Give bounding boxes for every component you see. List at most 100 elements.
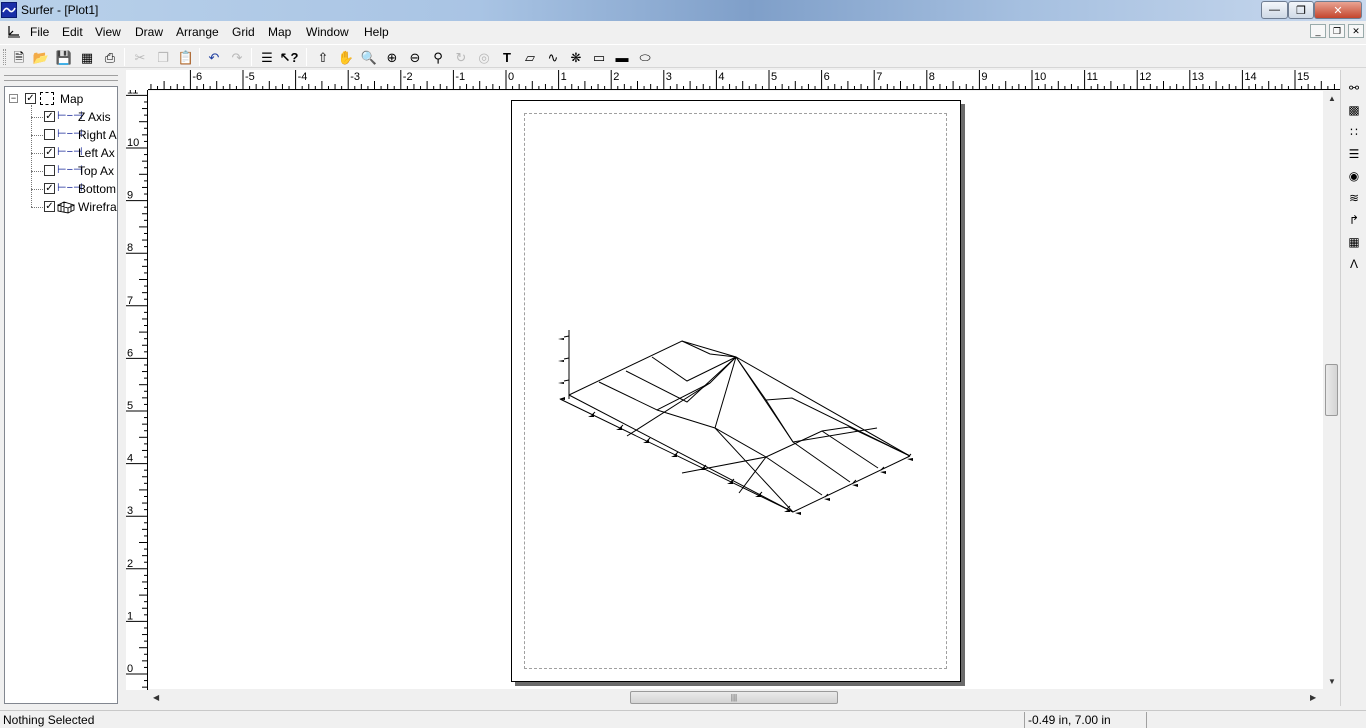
surface-icon[interactable]: Λ [1345, 255, 1363, 273]
close-button[interactable]: ✕ [1314, 1, 1362, 19]
ruler-label: 10 [1034, 71, 1046, 83]
tree-connector [31, 207, 43, 208]
rotate-icon[interactable]: ↻ [452, 48, 470, 66]
tree-item-right-axis[interactable]: ⊢−⊣ Right A [5, 127, 117, 143]
tree-checkbox[interactable]: ✓ [44, 147, 55, 158]
menu-bar: File Edit View Draw Arrange Grid Map Win… [0, 21, 1366, 43]
ruler-label: 5 [127, 400, 133, 412]
minimize-button[interactable]: — [1261, 1, 1288, 19]
classed-post-icon[interactable]: ☰ [1345, 145, 1363, 163]
page-sheet[interactable] [511, 100, 961, 682]
vertical-ruler-ticks: 11109876543210 [126, 90, 147, 688]
tree-item-wireframe[interactable]: ✓ Wirefra [5, 199, 117, 215]
paste-icon[interactable]: 📋 [177, 48, 195, 66]
tree-checkbox[interactable]: ✓ [44, 201, 55, 212]
collapse-icon[interactable]: − [9, 94, 18, 103]
menu-edit[interactable]: Edit [62, 25, 83, 39]
mdi-close-button[interactable]: ✕ [1348, 24, 1364, 38]
vector-map-icon[interactable]: ↱ [1345, 211, 1363, 229]
tree-checkbox[interactable] [44, 165, 55, 176]
ruler-label: 4 [127, 453, 133, 465]
image-map-icon[interactable]: ◉ [1345, 167, 1363, 185]
tree-root-map[interactable]: − ✓ Map [5, 91, 117, 107]
mdi-restore-button[interactable]: ❐ [1329, 24, 1345, 38]
scroll-up-arrow[interactable]: ▲ [1328, 94, 1336, 103]
text-icon[interactable]: T [498, 48, 516, 66]
zoom-rectangle-icon[interactable]: 🔍 [360, 48, 378, 66]
worksheet-icon[interactable]: ▦ [78, 48, 96, 66]
scroll-left-arrow[interactable]: ◀ [153, 693, 159, 702]
polyline-icon[interactable]: ∿ [544, 48, 562, 66]
new-icon[interactable]: 🗎 [10, 48, 28, 66]
zoom-in-icon[interactable]: ⊕ [383, 48, 401, 66]
open-icon[interactable]: 📂 [32, 48, 50, 66]
wireframe-plot[interactable] [512, 101, 962, 683]
tree-checkbox[interactable]: ✓ [44, 111, 55, 122]
tree-item-top-axis[interactable]: ⊢−⊣ Top Ax [5, 163, 117, 179]
vertical-ruler: 11 10 9 8 7 6 5 4 3 2 1 0 [126, 90, 148, 690]
save-icon[interactable]: 💾 [55, 48, 73, 66]
print-icon[interactable]: ⎙ [101, 48, 119, 66]
toolbar-separator [251, 48, 252, 66]
scroll-down-arrow[interactable]: ▼ [1328, 677, 1336, 686]
scroll-right-arrow[interactable]: ▶ [1310, 693, 1316, 702]
undo-icon[interactable]: ↶ [205, 48, 223, 66]
plot-canvas[interactable] [148, 91, 1323, 689]
tree-item-bottom-axis[interactable]: ✓ ⊢−⊣ Bottom [5, 181, 117, 197]
object-manager-icon[interactable]: ☰ [258, 48, 276, 66]
pan-hand-icon[interactable]: ✋ [337, 48, 355, 66]
horizontal-scrollbar[interactable]: ◀ ||| ▶ [148, 689, 1323, 706]
whats-this-icon[interactable]: ↖? [280, 48, 299, 66]
menu-view[interactable]: View [95, 25, 121, 39]
polygon-icon[interactable]: ▱ [521, 48, 539, 66]
right-edge-line [792, 455, 911, 513]
rectangle-icon[interactable]: ▭ [590, 48, 608, 66]
horizontal-scroll-thumb[interactable]: ||| [630, 691, 838, 704]
surfer-app-icon[interactable] [1, 2, 17, 18]
ruler-label: 9 [981, 71, 987, 83]
vertical-scrollbar[interactable]: ▲ ▼ [1323, 91, 1340, 689]
cut-icon[interactable]: ✂ [131, 48, 149, 66]
rounded-rectangle-icon[interactable]: ▬ [613, 48, 631, 66]
document-icon[interactable] [6, 24, 22, 40]
menu-help[interactable]: Help [364, 25, 389, 39]
shaded-relief-icon[interactable]: ≋ [1345, 189, 1363, 207]
mdi-minimize-button[interactable]: _ [1310, 24, 1326, 38]
zoom-page-icon[interactable]: ⚲ [429, 48, 447, 66]
ruler-label: 3 [127, 505, 133, 517]
menu-map[interactable]: Map [268, 25, 291, 39]
object-manager-tree[interactable]: − ✓ Map ✓ ⊢−⊣ Z Axis ⊢−⊣ Right A ✓ ⊢−⊣ L… [4, 86, 118, 704]
tree-label: Left Ax [78, 146, 115, 160]
vertical-scroll-thumb[interactable] [1325, 364, 1338, 416]
tree-checkbox[interactable]: ✓ [25, 93, 36, 104]
wireframe-icon[interactable]: ▦ [1345, 233, 1363, 251]
contour-map-icon[interactable]: ⚯ [1345, 79, 1363, 97]
tree-item-z-axis[interactable]: ✓ ⊢−⊣ Z Axis [5, 109, 117, 125]
menu-grid[interactable]: Grid [232, 25, 255, 39]
post-map-icon[interactable]: ∷ [1345, 123, 1363, 141]
tree-checkbox[interactable] [44, 129, 55, 140]
menu-draw[interactable]: Draw [135, 25, 163, 39]
ruler-label: -6 [192, 71, 202, 83]
ellipse-icon[interactable]: ⬭ [636, 48, 654, 66]
menu-window[interactable]: Window [306, 25, 349, 39]
reshape-icon[interactable]: ◎ [475, 48, 493, 66]
toolbar-separator [124, 48, 125, 66]
tree-item-left-axis[interactable]: ✓ ⊢−⊣ Left Ax [5, 145, 117, 161]
ruler-label: 6 [824, 71, 830, 83]
toolbar-grip[interactable] [3, 49, 6, 65]
ruler-label: 0 [508, 71, 514, 83]
zoom-out-icon[interactable]: ⊖ [406, 48, 424, 66]
base-map-icon[interactable]: ▩ [1345, 101, 1363, 119]
symbol-icon[interactable]: ❋ [567, 48, 585, 66]
menu-arrange[interactable]: Arrange [176, 25, 219, 39]
ruler-label: 7 [127, 295, 133, 307]
restore-button[interactable]: ❐ [1288, 1, 1314, 19]
copy-icon[interactable]: ❐ [154, 48, 172, 66]
redo-icon[interactable]: ↷ [228, 48, 246, 66]
tree-connector [31, 189, 43, 190]
object-manager-grip[interactable] [4, 75, 118, 81]
menu-file[interactable]: File [30, 25, 49, 39]
select-arrow-icon[interactable]: ⇧ [314, 48, 332, 66]
tree-checkbox[interactable]: ✓ [44, 183, 55, 194]
